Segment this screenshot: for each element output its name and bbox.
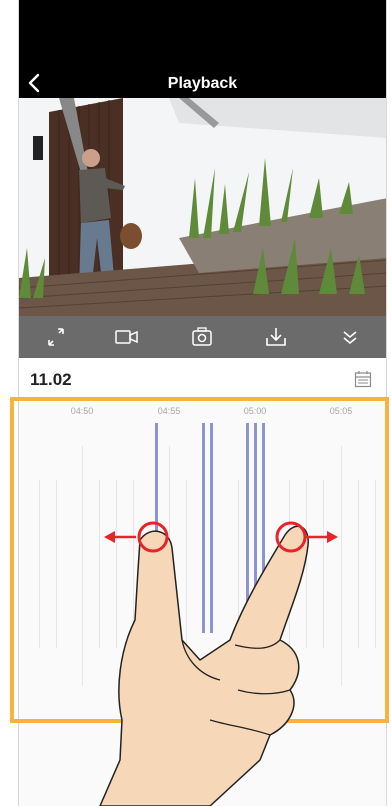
timeline-grid bbox=[99, 480, 100, 648]
video-player[interactable] bbox=[19, 98, 386, 316]
expand-down-icon[interactable] bbox=[335, 324, 365, 350]
timeline-grid bbox=[39, 480, 40, 648]
recording-segment[interactable] bbox=[210, 423, 213, 633]
timeline-grid bbox=[306, 480, 307, 648]
recording-segment[interactable] bbox=[254, 423, 257, 633]
timeline-grid bbox=[375, 480, 376, 648]
tick-label-2: 05:00 bbox=[243, 406, 267, 416]
timeline-grid bbox=[82, 446, 83, 686]
tick-label-0: 04:50 bbox=[70, 406, 94, 416]
timeline-grid bbox=[186, 480, 187, 648]
video-frame bbox=[19, 98, 386, 316]
timeline-grid bbox=[358, 480, 359, 648]
download-icon[interactable] bbox=[261, 324, 291, 350]
record-icon[interactable] bbox=[111, 324, 141, 350]
timeline-grid bbox=[323, 480, 324, 648]
date-bar: 11.02 bbox=[19, 358, 386, 397]
calendar-icon[interactable] bbox=[354, 370, 372, 388]
timeline-grid bbox=[56, 480, 57, 648]
timeline-grid bbox=[116, 480, 117, 648]
date-label: 11.02 bbox=[30, 370, 72, 389]
timeline-grid bbox=[238, 480, 239, 648]
control-bar bbox=[19, 316, 386, 358]
timeline-grid bbox=[133, 480, 134, 648]
timeline-grid bbox=[169, 446, 170, 686]
recording-segment[interactable] bbox=[262, 423, 265, 633]
top-bar: Playback bbox=[19, 0, 386, 98]
recording-segment[interactable] bbox=[246, 423, 249, 633]
fullscreen-icon[interactable] bbox=[41, 324, 71, 350]
timeline-grid bbox=[289, 480, 290, 648]
snapshot-icon[interactable] bbox=[187, 324, 217, 350]
timeline[interactable]: 04:50 04:55 05:00 05:05 bbox=[19, 396, 386, 806]
timeline-grid bbox=[341, 446, 342, 686]
tick-label-1: 04:55 bbox=[157, 406, 181, 416]
recording-segment[interactable] bbox=[202, 423, 205, 633]
recording-segment[interactable] bbox=[155, 423, 158, 633]
page-title: Playback bbox=[167, 75, 238, 92]
tick-label-3: 05:05 bbox=[329, 406, 353, 416]
playback-screen: Playback 11.02 04:50 04:55 05:00 05:05 bbox=[18, 0, 387, 806]
